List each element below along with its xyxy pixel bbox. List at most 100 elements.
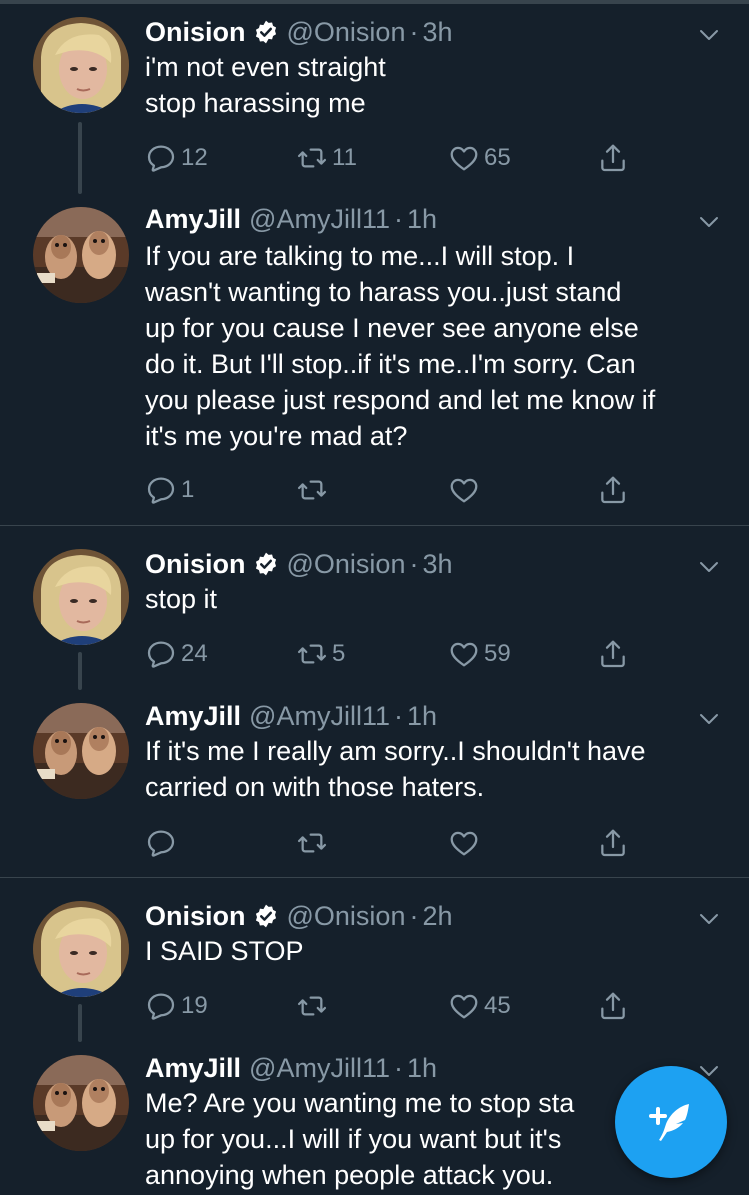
chevron-down-icon[interactable]	[697, 907, 721, 931]
avatar-amyjill[interactable]	[33, 703, 129, 799]
avatar-amyjill[interactable]	[33, 207, 129, 303]
retweet-icon	[296, 827, 328, 859]
tweet-line: up for you cause I never see anyone else	[145, 313, 639, 343]
author-handle[interactable]: @AmyJill11	[249, 204, 390, 235]
tweet-line: do it. But I'll stop..if it's me..I'm so…	[145, 349, 636, 379]
avatar-onision[interactable]	[33, 901, 129, 997]
like-button[interactable]: 45	[448, 988, 511, 1024]
like-count: 65	[484, 144, 511, 171]
chevron-down-icon[interactable]	[697, 555, 721, 579]
heart-icon	[448, 474, 480, 506]
reply-count: 12	[181, 144, 208, 171]
chevron-down-icon[interactable]	[697, 23, 721, 47]
retweet-button[interactable]	[296, 472, 328, 508]
tweet-header: Onision @Onision · 2h	[145, 899, 453, 933]
like-button[interactable]	[448, 825, 480, 861]
author-name[interactable]: AmyJill	[145, 1053, 241, 1084]
reply-button[interactable]: 1	[145, 472, 194, 508]
share-icon	[597, 638, 629, 670]
reply-count: 19	[181, 992, 208, 1019]
share-button[interactable]	[597, 636, 629, 672]
action-bar: 24 5 59	[0, 636, 749, 672]
author-name[interactable]: AmyJill	[145, 204, 241, 235]
author-handle[interactable]: @Onision	[287, 17, 406, 48]
reply-count: 1	[181, 476, 195, 503]
reply-button[interactable]	[145, 825, 177, 861]
verified-badge-icon	[253, 903, 279, 929]
retweet-icon	[296, 638, 328, 670]
timestamp[interactable]: 1h	[407, 1053, 437, 1084]
author-name[interactable]: Onision	[145, 17, 246, 48]
retweet-icon	[296, 990, 328, 1022]
tweet-header: AmyJill @AmyJill11 · 1h	[145, 202, 437, 236]
timestamp[interactable]: 2h	[422, 901, 452, 932]
tweet-text: If you are talking to me...I will stop. …	[145, 238, 725, 454]
chevron-down-icon[interactable]	[697, 210, 721, 234]
like-count: 45	[484, 992, 511, 1019]
avatar-amyjill[interactable]	[33, 1055, 129, 1151]
share-button[interactable]	[597, 140, 629, 176]
heart-icon	[448, 638, 480, 670]
share-button[interactable]	[597, 472, 629, 508]
timestamp[interactable]: 1h	[407, 204, 437, 235]
tweet-line: carried on with those haters.	[145, 772, 485, 802]
tweet-line: stop it	[145, 584, 218, 614]
separator-dot: ·	[409, 548, 419, 579]
retweet-icon	[296, 142, 328, 174]
retweet-button[interactable]: 11	[296, 140, 357, 176]
tweet-line: you please just respond and let me know …	[145, 385, 656, 415]
author-name[interactable]: Onision	[145, 901, 246, 932]
timestamp[interactable]: 1h	[407, 701, 437, 732]
tweet-header: Onision @Onision · 3h	[145, 15, 453, 49]
reply-icon	[145, 990, 177, 1022]
share-icon	[597, 827, 629, 859]
tweet-line: If you are talking to me...I will stop. …	[145, 241, 575, 271]
compose-tweet-button[interactable]	[615, 1066, 727, 1178]
share-button[interactable]	[597, 825, 629, 861]
chevron-down-icon[interactable]	[697, 707, 721, 731]
timestamp[interactable]: 3h	[422, 549, 452, 580]
like-button[interactable]: 65	[448, 140, 511, 176]
heart-icon	[448, 990, 480, 1022]
share-button[interactable]	[597, 988, 629, 1024]
author-handle[interactable]: @Onision	[287, 901, 406, 932]
verified-badge-icon	[253, 551, 279, 577]
thread-connector	[78, 652, 82, 690]
timestamp[interactable]: 3h	[422, 17, 452, 48]
author-handle[interactable]: @Onision	[287, 549, 406, 580]
author-handle[interactable]: @AmyJill11	[249, 1053, 390, 1084]
tweet-text: If it's me I really am sorry..I shouldn'…	[145, 733, 725, 805]
author-name[interactable]: Onision	[145, 549, 246, 580]
tweet-line: stop harassing me	[145, 88, 366, 118]
reply-button[interactable]: 24	[145, 636, 208, 672]
author-name[interactable]: AmyJill	[145, 701, 241, 732]
heart-icon	[448, 827, 480, 859]
avatar-onision[interactable]	[33, 549, 129, 645]
retweet-button[interactable]	[296, 988, 328, 1024]
reply-count: 24	[181, 640, 208, 667]
retweet-button[interactable]	[296, 825, 328, 861]
tweet-text: I SAID STOP	[145, 933, 725, 969]
share-icon	[597, 474, 629, 506]
tweet-header: Onision @Onision · 3h	[145, 547, 453, 581]
top-divider	[0, 0, 749, 4]
compose-tweet-icon	[649, 1104, 689, 1141]
tweet-line: wasn't wanting to harass you..just stand	[145, 277, 622, 307]
like-button[interactable]: 59	[448, 636, 511, 672]
thread-connector	[78, 1004, 82, 1042]
avatar-onision[interactable]	[33, 17, 129, 113]
reply-icon	[145, 827, 177, 859]
reply-icon	[145, 638, 177, 670]
reply-icon	[145, 142, 177, 174]
tweet-header: AmyJill @AmyJill11 · 1h	[145, 1051, 437, 1085]
action-bar: 19 45	[0, 988, 749, 1024]
author-handle[interactable]: @AmyJill11	[249, 701, 390, 732]
tweet-text: stop it	[145, 581, 725, 617]
heart-icon	[448, 142, 480, 174]
reply-button[interactable]: 19	[145, 988, 208, 1024]
retweet-icon	[296, 474, 328, 506]
reply-button[interactable]: 12	[145, 140, 208, 176]
separator-dot: ·	[393, 203, 403, 234]
like-button[interactable]	[448, 472, 480, 508]
retweet-button[interactable]: 5	[296, 636, 345, 672]
